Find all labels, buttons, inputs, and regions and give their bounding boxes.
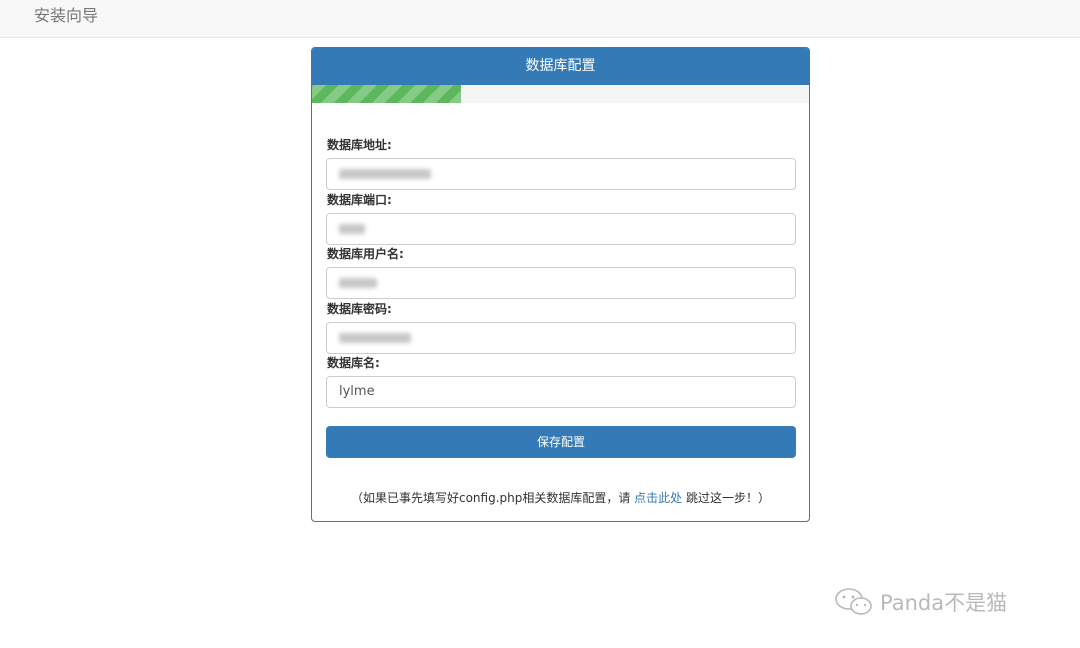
db-password-input[interactable] (326, 322, 796, 354)
skip-note-prefix: （如果已事先填写好config.php相关数据库配置，请 (350, 491, 635, 505)
install-progress (312, 85, 809, 103)
db-user-input[interactable] (326, 267, 796, 299)
redacted-value (339, 169, 431, 179)
redacted-value (339, 278, 377, 288)
brand-title[interactable]: 安装向导 (34, 6, 98, 26)
db-name-input[interactable]: lylme (326, 376, 796, 408)
db-user-label: 数据库用户名: (327, 247, 404, 261)
skip-link[interactable]: 点击此处 (634, 491, 682, 505)
db-host-input[interactable] (326, 158, 796, 190)
save-config-button[interactable]: 保存配置 (326, 426, 796, 458)
skip-note-suffix: 跳过这一步！） (682, 491, 771, 505)
navbar: 安装向导 (0, 0, 1080, 38)
progress-bar (312, 85, 462, 103)
panel-title: 数据库配置 (312, 48, 809, 85)
db-port-input[interactable] (326, 213, 796, 245)
db-password-label: 数据库密码: (327, 302, 392, 316)
redacted-value (339, 224, 365, 234)
db-host-label: 数据库地址: (327, 138, 392, 152)
watermark-text: Panda不是猫 (880, 591, 1008, 615)
wechat-icon (835, 588, 872, 615)
redacted-value (339, 333, 411, 343)
db-name-label: 数据库名: (327, 356, 380, 370)
skip-note: （如果已事先填写好config.php相关数据库配置，请 点击此处 跳过这一步！… (312, 490, 809, 506)
db-config-panel: 数据库配置 数据库地址: 数据库端口: 数据库用户名: 数据库密码: 数据库名:… (311, 47, 810, 522)
db-port-label: 数据库端口: (327, 193, 392, 207)
watermark: Panda不是猫 (834, 582, 1007, 622)
